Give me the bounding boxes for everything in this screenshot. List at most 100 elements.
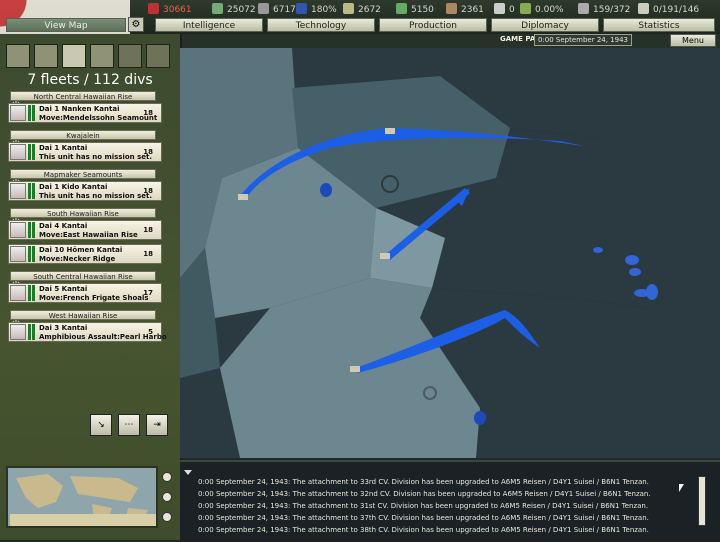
admiral-portrait-icon (10, 246, 26, 262)
supplies-icon (446, 3, 457, 14)
fleet-name: Dai 1 Nanken Kantai (39, 105, 120, 113)
zoom-out-icon[interactable] (162, 492, 172, 502)
fleet-mission: This unit has no mission set. (39, 192, 153, 200)
list-icon[interactable] (146, 44, 170, 68)
region-label[interactable]: Mapmaker Seamounts (10, 169, 156, 179)
region-label[interactable]: Kwajalein (10, 130, 156, 140)
fleet-name: Dai 5 Kantai (39, 285, 88, 293)
leader-icon[interactable] (118, 44, 142, 68)
top-bar: 30661 25072 67175 180% 2672 5150 2361 0 … (0, 0, 720, 60)
fleet-flag-icon (28, 105, 35, 121)
admiral-portrait-icon (10, 105, 26, 121)
officers-icon (638, 3, 649, 14)
transports-value: 0 (509, 5, 515, 15)
rare-materials-icon (343, 3, 354, 14)
admiral-portrait-icon (10, 285, 26, 301)
energy-value: 25072 (227, 5, 256, 15)
manpower-resource: 30661 (148, 3, 192, 17)
log-line: 0:00 September 24, 1943: The attachment … (198, 490, 651, 498)
tab-statistics[interactable]: Statistics (603, 18, 715, 32)
fleet-entry[interactable]: Dai 1 Kido Kantai This unit has no missio… (8, 181, 162, 201)
fleet-flag-icon (28, 183, 35, 199)
fleet-strength: 18 (143, 148, 153, 156)
admiral-portrait-icon (10, 183, 26, 199)
log-line: 0:00 September 24, 1943: The attachment … (198, 502, 649, 510)
tab-technology[interactable]: Technology (267, 18, 375, 32)
fleet-mission: Move:East Hawaiian Rise (39, 231, 138, 239)
metal-icon (258, 3, 269, 14)
tab-diplomacy[interactable]: Diplomacy (491, 18, 599, 32)
admiral-portrait-icon (10, 222, 26, 238)
minimap[interactable] (6, 466, 158, 528)
tab-production[interactable]: Production (379, 18, 487, 32)
fleet-entry[interactable]: Dai 1 Nanken Kantai Move:Mendelssohn Seam… (8, 103, 162, 123)
ic-value: 159/372 (593, 5, 631, 15)
aircraft-icon[interactable] (62, 44, 86, 68)
energy-icon (212, 3, 223, 14)
fleet-strength: 18 (143, 250, 153, 258)
fleet-flag-icon (28, 285, 35, 301)
land-units-icon[interactable] (6, 44, 30, 68)
fleet-name: Dai 4 Kantai (39, 222, 88, 230)
settings-gear-icon[interactable]: ⚙ (128, 17, 144, 32)
fleet-flag-icon (28, 144, 35, 160)
transports-resource: 0 (494, 3, 515, 17)
money-resource: 5150 (396, 3, 434, 17)
rare-value: 2672 (358, 5, 381, 15)
fleet-name: Dai 10 Hōmen Kantai (39, 246, 123, 254)
zoom-in-icon[interactable] (162, 472, 172, 482)
admiral-portrait-icon (10, 324, 26, 340)
rare-resource: 2672 (343, 3, 381, 17)
region-label[interactable]: North Central Hawaiian Rise (10, 91, 156, 101)
oil-resource: 180% (296, 3, 337, 17)
map-mode-icon[interactable] (162, 512, 172, 522)
fleet-count: 7 fleets / 112 divs (27, 72, 153, 88)
admiral-portrait-icon (10, 144, 26, 160)
fleet-entry[interactable]: Dai 10 Hōmen Kantai Move:Necker Ridge 18 (8, 244, 162, 264)
tab-view-map[interactable]: View Map (6, 18, 126, 32)
infantry-icon[interactable] (34, 44, 58, 68)
transfer-icon[interactable]: ⇥ (146, 414, 168, 436)
fleet-strength: 17 (143, 289, 153, 297)
log-scrollbar[interactable] (698, 476, 706, 526)
region-label[interactable]: West Hawaiian Rise (10, 310, 156, 320)
ic-resource: 159/372 (578, 3, 630, 17)
fleet-entry[interactable]: Dai 3 Kantai Amphibious Assault:Pearl Har… (8, 322, 167, 342)
fleet-entry[interactable]: Dai 1 Kantai This unit has no mission set… (8, 142, 162, 162)
factory-icon (578, 3, 589, 14)
game-map[interactable] (180, 48, 720, 458)
fleet-entry[interactable]: Dai 5 Kantai Move:French Frigate Shoals 17 (8, 283, 162, 303)
menu-button[interactable]: Menu (670, 34, 716, 47)
sea-map-icon (180, 48, 720, 458)
region-label[interactable]: South Central Hawaiian Rise (10, 271, 156, 281)
money-value: 5150 (411, 5, 434, 15)
manpower-icon (148, 3, 159, 14)
fleet-strength: 18 (143, 226, 153, 234)
minimap-land-icon (10, 474, 156, 526)
energy-resource: 25072 (212, 3, 256, 17)
ship-icon[interactable] (90, 44, 114, 68)
dissent-icon (520, 3, 531, 14)
log-line: 0:00 September 24, 1943: The attachment … (198, 526, 649, 534)
fleet-name: Dai 3 Kantai (39, 324, 88, 332)
log-toggle-icon[interactable] (184, 470, 192, 475)
transports-icon (494, 3, 505, 14)
log-line: 0:00 September 24, 1943: The attachment … (198, 514, 649, 522)
merge-fleets-icon[interactable]: ↘ (90, 414, 112, 436)
officers-value: 0/191/146 (653, 5, 700, 15)
split-fleet-icon[interactable]: ⋯ (118, 414, 140, 436)
supplies-value: 2361 (461, 5, 484, 15)
game-date[interactable]: 0:00 September 24, 1943 (534, 34, 632, 46)
manpower-value: 30661 (163, 5, 192, 15)
log-line: 0:00 September 24, 1943: The attachment … (198, 478, 649, 486)
fleet-strength: 5 (148, 328, 153, 336)
fleet-flag-icon (28, 246, 35, 262)
region-label[interactable]: South Hawaiian Rise (10, 208, 156, 218)
tab-intelligence[interactable]: Intelligence (155, 18, 263, 32)
money-icon (396, 3, 407, 14)
fleet-entry[interactable]: Dai 4 Kantai Move:East Hawaiian Rise 18 (8, 220, 162, 240)
status-row (180, 34, 720, 48)
supplies-resource: 2361 (446, 3, 484, 17)
fleet-mission: Move:French Frigate Shoals (39, 294, 149, 302)
oil-drop-icon (296, 3, 307, 14)
